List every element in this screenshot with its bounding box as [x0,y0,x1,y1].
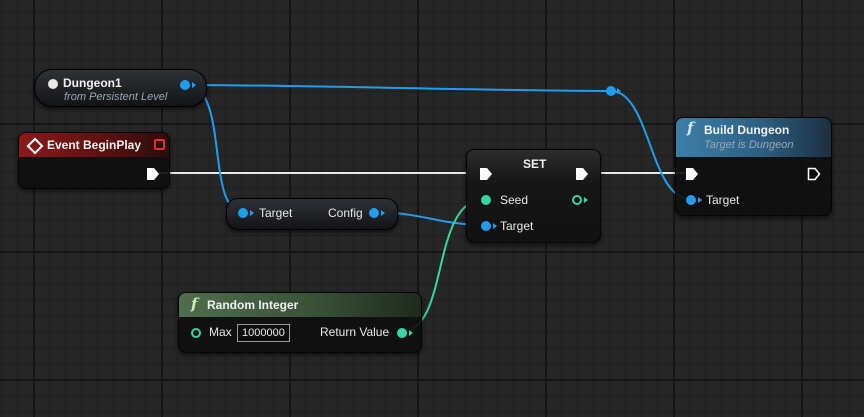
seed-input-pin[interactable] [481,195,491,205]
pin-label: Target [706,193,740,207]
pin-label: Target [500,219,534,233]
delegate-pin-icon[interactable] [154,139,165,150]
pin-label: Target [259,206,293,220]
exec-output-pin[interactable] [146,167,160,181]
output-pin[interactable] [180,80,190,90]
pin-arrow-icon [250,210,254,216]
blueprint-graph-canvas[interactable]: Dungeon1 from Persistent Level Event Beg… [0,0,864,417]
pin-label: Config [328,206,363,220]
wire-dungeon-to-reroute [185,84,612,92]
pin-arrow-icon [381,210,385,216]
target-input-pin[interactable] [686,195,696,205]
node-subtitle: Target is Dungeon [704,139,794,151]
pin-label: Max [209,325,232,339]
pin-label: Return Value [320,325,390,339]
pin-label: Seed [500,193,529,207]
target-input-pin[interactable] [481,221,491,231]
exec-output-pin[interactable] [807,167,821,181]
set-variable-node[interactable]: SET Seed Target [466,149,601,243]
pin-arrow-icon [409,330,413,336]
config-getter-node[interactable]: Target Config [226,198,398,230]
target-input-pin[interactable] [238,208,248,218]
reroute-knot [606,86,616,96]
node-subtitle: from Persistent Level [64,91,168,103]
node-title: SET [523,157,547,171]
pin-arrow-icon [493,223,497,229]
max-value-input[interactable]: 1000000 [237,324,290,342]
return-value-output-pin[interactable] [397,328,407,338]
exec-input-pin[interactable] [479,167,493,181]
node-title: Event BeginPlay [47,138,142,152]
function-icon: f [687,119,694,137]
build-dungeon-function-node[interactable]: f Build Dungeon Target is Dungeon Target [675,117,832,216]
max-input-pin[interactable] [191,328,201,338]
node-title: Build Dungeon [704,123,790,137]
object-pin-icon [48,79,58,89]
node-title: Dungeon1 [63,76,122,90]
pin-arrow-icon [192,82,196,88]
random-integer-function-node[interactable]: f Random Integer Max 1000000 Return Valu… [178,292,422,353]
pin-arrow-icon [584,197,588,203]
event-beginplay-node[interactable]: Event BeginPlay [18,132,170,189]
config-output-pin[interactable] [369,208,379,218]
function-icon: f [191,295,198,313]
exec-input-pin[interactable] [685,167,699,181]
seed-output-pin[interactable] [572,195,582,205]
pin-arrow-icon [698,197,702,203]
dungeon1-reference-node[interactable]: Dungeon1 from Persistent Level [34,69,207,107]
exec-output-pin[interactable] [575,167,589,181]
node-title: Random Integer [207,298,299,312]
